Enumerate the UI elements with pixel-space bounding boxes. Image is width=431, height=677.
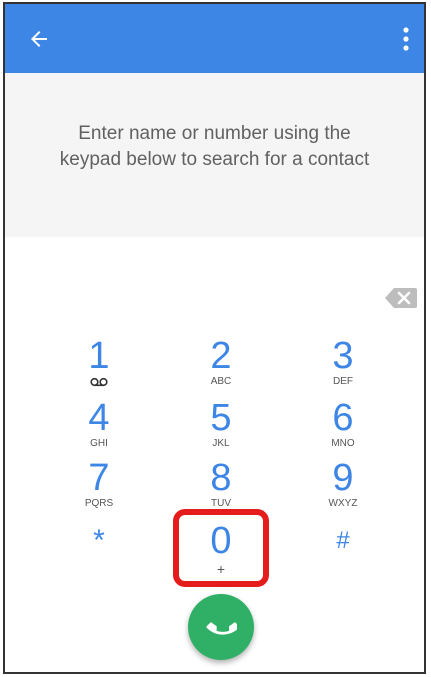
dialpad-key-1[interactable]: 1 bbox=[54, 337, 144, 395]
key-digit: 1 bbox=[88, 335, 110, 377]
dialpad-key-0[interactable]: 0 + bbox=[176, 522, 266, 580]
search-hint-text: Enter name or number using the keypad be… bbox=[59, 123, 370, 170]
dialpad-key-8[interactable]: 8 TUV bbox=[176, 459, 266, 517]
key-letters: PQRS bbox=[84, 498, 114, 509]
dialpad-key-3[interactable]: 3 DEF bbox=[298, 337, 388, 395]
key-digit: 0 bbox=[210, 520, 232, 562]
key-digit: 5 bbox=[210, 397, 232, 439]
voicemail-icon bbox=[90, 377, 108, 387]
dialpad-key-7[interactable]: 7 PQRS bbox=[54, 459, 144, 517]
arrow-back-icon[interactable] bbox=[27, 27, 51, 51]
dialpad: 1 2 ABC 3 DEF 4 GHI 5 JKL 6 MNO 7 PQRS 8… bbox=[5, 237, 424, 672]
phone-screen: Enter name or number using the keypad be… bbox=[3, 2, 426, 674]
key-digit: 2 bbox=[210, 335, 232, 377]
backspace-icon[interactable] bbox=[385, 287, 417, 309]
dialpad-key-9[interactable]: 9 WXYZ bbox=[298, 459, 388, 517]
key-digit: 3 bbox=[332, 335, 354, 377]
key-digit: 8 bbox=[210, 457, 232, 499]
key-letters: MNO bbox=[331, 438, 355, 449]
key-letters: WXYZ bbox=[328, 498, 358, 509]
key-digit: # bbox=[336, 527, 350, 554]
key-digit: 6 bbox=[332, 397, 354, 439]
key-letters: GHI bbox=[90, 438, 108, 449]
call-button[interactable] bbox=[188, 594, 254, 660]
key-letters: + bbox=[216, 561, 226, 577]
dialpad-key-4[interactable]: 4 GHI bbox=[54, 399, 144, 457]
dialpad-key-5[interactable]: 5 JKL bbox=[176, 399, 266, 457]
dialpad-key-2[interactable]: 2 ABC bbox=[176, 337, 266, 395]
key-digit: 7 bbox=[88, 457, 110, 499]
key-letters: ABC bbox=[210, 376, 232, 387]
key-digit: * bbox=[93, 524, 105, 557]
dialpad-key-6[interactable]: 6 MNO bbox=[298, 399, 388, 457]
key-letters: DEF bbox=[333, 376, 353, 387]
dialpad-key-star[interactable]: * bbox=[54, 522, 144, 580]
key-letters: TUV bbox=[211, 498, 231, 509]
key-digit: 4 bbox=[88, 397, 110, 439]
phone-icon bbox=[206, 622, 237, 635]
key-letters: JKL bbox=[212, 438, 230, 449]
more-vertical-icon[interactable] bbox=[400, 26, 412, 52]
app-bar bbox=[5, 4, 424, 73]
dialpad-key-pound[interactable]: # bbox=[298, 522, 388, 580]
search-hint-area: Enter name or number using the keypad be… bbox=[5, 73, 424, 238]
key-digit: 9 bbox=[332, 457, 354, 499]
